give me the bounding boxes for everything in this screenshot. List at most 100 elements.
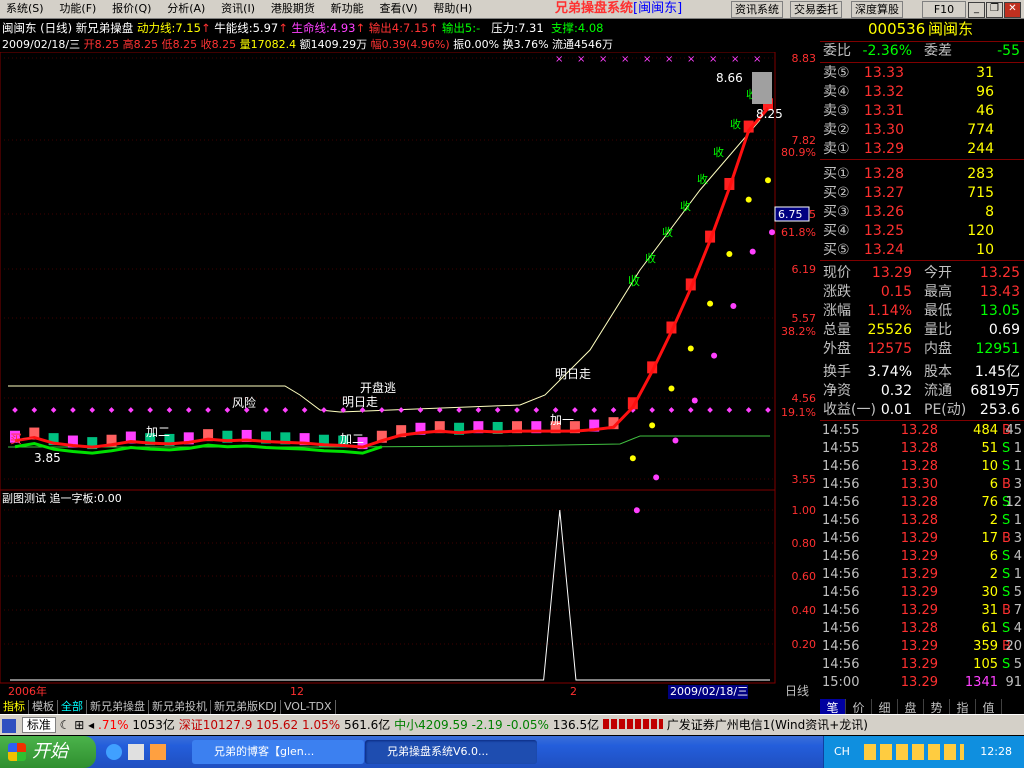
restore-icon[interactable]: ❐	[986, 2, 1003, 18]
stat-label: 最高	[924, 284, 952, 300]
tick-flag: S	[1002, 657, 1011, 672]
taskbar-trading-window[interactable]: 兄弟操盘系统V6.0...	[365, 740, 537, 764]
f10-button[interactable]: F10	[922, 1, 966, 18]
tick-row[interactable]: 14:56 13.30 6 B 3	[820, 476, 1024, 493]
order-book-row[interactable]: 买⑤ 13.24 10	[820, 241, 1024, 260]
tick-row[interactable]: 14:56 13.28 76 S 12	[820, 494, 1024, 511]
tick-row[interactable]: 14:55 13.28 484 B 45	[820, 422, 1024, 439]
tab-new-brother-trade[interactable]: 新兄弟操盘	[87, 700, 149, 714]
tick-time: 14:56	[822, 513, 860, 528]
tab-new-brother-spec[interactable]: 新兄弟投机	[149, 700, 211, 714]
desktop-icon[interactable]	[128, 744, 144, 760]
tick-count: 5	[1013, 657, 1022, 672]
menu-system[interactable]: 系统(S)	[0, 0, 50, 17]
sub-series-line	[10, 509, 770, 681]
rise-dot	[765, 177, 771, 184]
order-label: 卖②	[823, 122, 850, 138]
divider	[820, 62, 1024, 63]
menu-help[interactable]: 帮助(H)	[427, 0, 478, 17]
tick-count: 91	[1005, 675, 1022, 690]
order-book-row[interactable]: 买④ 13.25 120	[820, 222, 1024, 241]
ie-icon[interactable]	[106, 744, 122, 760]
close-value: 收8.25	[200, 38, 237, 51]
order-volume: 283	[967, 166, 994, 182]
tick-row[interactable]: 14:55 13.28 51 S 1	[820, 440, 1024, 457]
tick-time: 14:55	[822, 423, 860, 438]
low-value: 低8.25	[161, 38, 198, 51]
start-button[interactable]: 开始	[0, 736, 96, 768]
media-icon[interactable]	[150, 744, 166, 760]
order-book-row[interactable]: 卖② 13.30 774	[820, 121, 1024, 140]
kline-chart[interactable]: 8.837.826.756.195.574.563.5580.9%61.8%38…	[0, 52, 820, 700]
order-book-row[interactable]: 卖④ 13.32 96	[820, 83, 1024, 102]
moon-icon[interactable]: ☾	[60, 718, 71, 732]
trade-order-button[interactable]: 交易委托	[790, 1, 842, 18]
dot-marker	[147, 407, 153, 413]
order-book-row[interactable]: 卖③ 13.31 46	[820, 102, 1024, 121]
tab-vol-tdx[interactable]: VOL-TDX	[281, 700, 336, 714]
tick-row[interactable]: 14:56 13.29 31 B 7	[820, 602, 1024, 619]
order-book-row[interactable]: 买② 13.27 715	[820, 184, 1024, 203]
dot-marker	[745, 407, 752, 413]
period-indicator[interactable]: 日线	[785, 684, 809, 698]
arrow-icon[interactable]: ◂	[88, 718, 94, 732]
dot-marker	[128, 407, 134, 413]
index1-amount: 1053亿	[132, 718, 175, 732]
tab-template[interactable]: 模板	[29, 700, 58, 714]
tick-price: 13.28	[900, 441, 938, 456]
stat-label: 净资	[823, 383, 851, 399]
menu-news[interactable]: 资讯(I)	[215, 0, 261, 17]
close-icon[interactable]: ✕	[1004, 2, 1021, 18]
tick-row[interactable]: 14:56 13.28 10 S 1	[820, 458, 1024, 475]
tab-kdj[interactable]: 新兄弟版KDJ	[211, 700, 281, 714]
dot-marker	[494, 407, 501, 413]
grid-icon[interactable]: ⊞	[74, 718, 84, 732]
tick-row[interactable]: 14:56 13.28 61 S 4	[820, 620, 1024, 637]
tick-time: 14:56	[822, 621, 860, 636]
tray-icons[interactable]	[864, 744, 964, 760]
menu-analysis[interactable]: 分析(A)	[161, 0, 211, 17]
stat-label: 股本	[924, 364, 952, 380]
x-mark: ×	[643, 54, 651, 65]
y-pct-tick-label: 38.2%	[781, 325, 816, 338]
tick-time: 14:56	[822, 639, 860, 654]
chart-header-line2: 2009/02/18/三 开8.25 高8.25 低8.25 收8.25 量17…	[2, 36, 613, 52]
turnover-value: 换3.76%	[502, 38, 549, 51]
order-book-row[interactable]: 买③ 13.26 8	[820, 203, 1024, 222]
tick-row[interactable]: 15:00 13.29 1341 91	[820, 674, 1024, 691]
tick-volume: 17	[981, 531, 998, 546]
stat-label: 收益(一)	[823, 402, 876, 418]
tick-row[interactable]: 14:56 13.29 359 B 20	[820, 638, 1024, 655]
deep-calc-button[interactable]: 深度算股	[851, 1, 903, 18]
tick-count: 20	[1005, 639, 1022, 654]
menu-hk-futures[interactable]: 港股期货	[265, 0, 321, 17]
order-book-row[interactable]: 卖① 13.29 244	[820, 140, 1024, 159]
x-mark: ×	[731, 54, 739, 65]
tick-row[interactable]: 14:56 13.29 6 S 4	[820, 548, 1024, 565]
x-mark: ×	[753, 54, 761, 65]
menu-function[interactable]: 功能(F)	[53, 0, 102, 17]
news-system-button[interactable]: 资讯系统	[731, 1, 783, 18]
tick-volume: 105	[973, 657, 998, 672]
taskbar-blog-window[interactable]: 兄弟的博客【glen...	[192, 740, 364, 764]
order-book-row[interactable]: 买① 13.28 283	[820, 165, 1024, 184]
tab-all[interactable]: 全部	[58, 700, 87, 714]
up-arrow-icon: ↑	[428, 21, 439, 35]
menu-new-function[interactable]: 新功能	[325, 0, 370, 17]
menu-view[interactable]: 查看(V)	[373, 0, 423, 17]
minimize-icon[interactable]: _	[968, 2, 985, 18]
language-indicator[interactable]: CH	[834, 736, 850, 768]
tick-row[interactable]: 14:56 13.29 17 B 3	[820, 530, 1024, 547]
order-book-row[interactable]: 卖⑤ 13.33 31	[820, 64, 1024, 83]
tick-row[interactable]: 14:56 13.29 105 S 5	[820, 656, 1024, 673]
order-price: 13.30	[863, 122, 904, 138]
tick-row[interactable]: 14:56 13.29 2 S 1	[820, 566, 1024, 583]
tab-indicator[interactable]: 指标	[0, 700, 29, 714]
volume-value: 量17082.4	[239, 38, 297, 51]
menu-quote[interactable]: 报价(Q)	[106, 0, 157, 17]
standard-mode-button[interactable]: 标准	[21, 717, 56, 733]
tick-row[interactable]: 14:56 13.28 2 S 1	[820, 512, 1024, 529]
y-pct-tick-label: 61.8%	[781, 226, 816, 239]
tick-row[interactable]: 14:56 13.29 30 S 5	[820, 584, 1024, 601]
stock-name: 闽闽东	[2, 21, 37, 35]
